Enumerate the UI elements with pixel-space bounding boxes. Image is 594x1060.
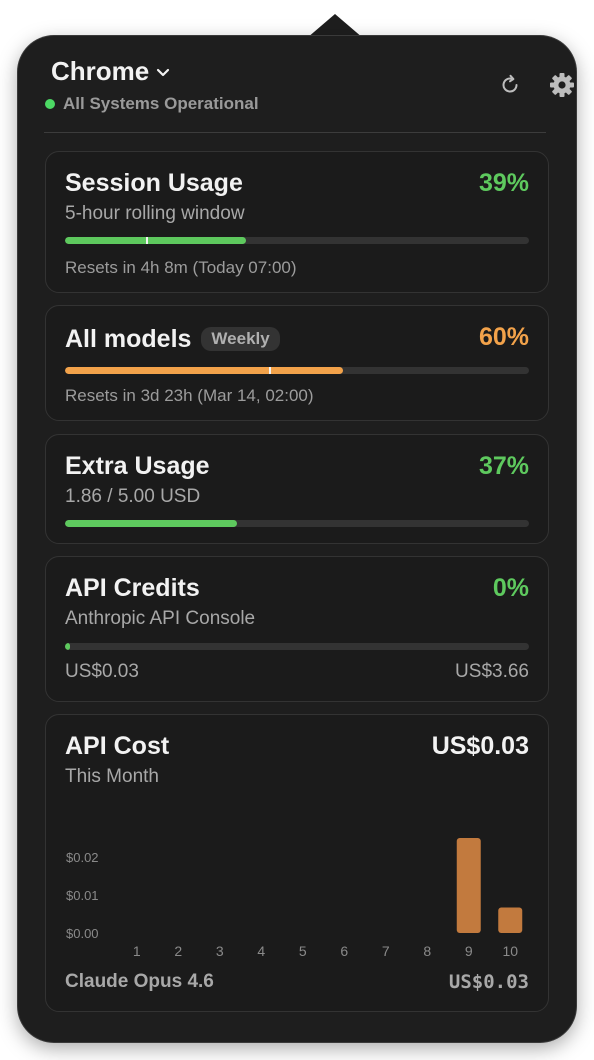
session-reset: Resets in 4h 8m (Today 07:00) [65,258,297,277]
model-name: Claude Opus 4.6 [65,971,214,992]
settings-button[interactable] [547,70,577,100]
status-line: All Systems Operational [45,94,259,114]
app-selector[interactable]: Chrome [51,56,173,87]
x-tick-label: 7 [382,943,390,959]
all-models-card: All models Weekly 60% Resets in 3d 23h (M… [45,305,549,421]
api-cost-card: API Cost US$0.03 This Month $0.00 $0.01 $0… [45,714,549,1012]
extra-title: Extra Usage [65,452,210,480]
daily-cost-chart: $0.00 $0.01 $0.02 1 2 3 4 5 6 7 8 9 10 [66,838,523,959]
x-tick-label: 6 [340,943,348,959]
credits-percent: 0% [492,574,529,602]
popover-arrow [307,14,363,38]
app-title: Chrome [51,56,150,86]
x-tick-label: 8 [423,943,431,959]
models-progress-fill [65,367,344,374]
y-tick-label: $0.00 [66,926,99,941]
models-title: All models [65,325,192,353]
header-divider [44,132,546,133]
credits-progress-track [65,643,529,650]
gear-icon [550,73,574,97]
x-tick-label: 5 [299,943,307,959]
header: Chrome All Systems Operational [45,56,574,116]
credits-subtitle: Anthropic API Console [65,608,256,629]
cost-bar[interactable] [498,907,523,933]
session-progress-fill [65,237,246,244]
x-tick-label: 3 [216,943,224,959]
models-reset: Resets in 3d 23h (Mar 14, 02:00) [65,386,314,405]
x-tick-label: 1 [133,943,141,959]
api-credits-card: API Credits 0% Anthropic API Console US$… [45,556,549,702]
models-progress-track [65,367,529,374]
extra-percent: 37% [478,452,529,480]
models-title-row: All models Weekly [65,325,280,354]
credits-progress-fill [65,643,70,650]
session-title: Session Usage [65,169,243,197]
session-percent: 39% [478,169,529,197]
usage-popover: Chrome All Systems Operational Session U… [18,36,576,1042]
model-cost: US$0.03 [448,971,529,993]
credits-used: US$0.03 [65,661,139,682]
y-tick-label: $0.01 [66,888,99,903]
models-time-marker [269,367,272,374]
header-actions [495,70,577,100]
chevron-down-icon [157,68,170,76]
session-time-marker [146,237,149,244]
y-tick-label: $0.02 [66,850,99,865]
weekly-badge: Weekly [201,327,280,351]
extra-usage-card: Extra Usage 37% 1.86 / 5.00 USD [45,434,549,544]
extra-progress-track [65,520,529,527]
x-tick-label: 4 [257,943,265,959]
credits-total: US$3.66 [455,661,529,682]
status-dot [45,99,55,109]
cost-bar[interactable] [456,838,481,933]
models-percent: 60% [478,323,529,351]
refresh-icon [502,74,518,93]
extra-subtitle: 1.86 / 5.00 USD [65,486,201,507]
session-progress-track [65,237,529,244]
x-tick-label: 2 [174,943,182,959]
x-tick-label: 10 [502,943,518,959]
session-usage-card: Session Usage 39% 5-hour rolling window … [45,151,549,293]
credits-title: API Credits [65,574,200,602]
session-subtitle: 5-hour rolling window [65,203,245,224]
extra-progress-fill [65,520,237,527]
status-text: All Systems Operational [63,94,259,113]
x-tick-label: 9 [465,943,473,959]
refresh-button[interactable] [495,70,525,100]
